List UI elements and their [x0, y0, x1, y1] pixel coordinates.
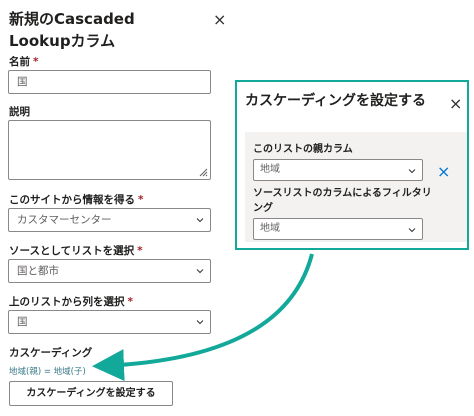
filter-column-value: 地域 — [260, 223, 280, 234]
filter-column-dropdown[interactable]: 地域 — [253, 218, 423, 240]
name-label-text: 名前 — [9, 56, 30, 68]
source-list-dropdown[interactable]: 国と都市 — [8, 259, 211, 283]
cascading-dialog: カスケーディングを設定する × このリストの親カラム 地域 ソースリストのカラム… — [235, 80, 469, 250]
description-textarea[interactable] — [8, 120, 211, 180]
site-label-text: このサイトから情報を得る — [9, 194, 135, 206]
close-icon[interactable]: × — [213, 12, 226, 28]
required-mark: * — [33, 56, 39, 68]
parent-column-dropdown[interactable]: 地域 — [253, 159, 423, 181]
required-mark: * — [127, 296, 134, 308]
required-mark: * — [138, 194, 144, 206]
chevron-down-icon — [408, 228, 416, 233]
cascading-value: 地域(親) = 地域(子) — [9, 367, 86, 377]
panel-title: 新規のCascaded Lookupカラム — [9, 10, 135, 50]
parent-column-label: このリストの親カラム — [253, 144, 353, 155]
source-list-label: ソースとしてリストを選択 * — [9, 243, 143, 258]
set-cascading-button[interactable]: カスケーディングを設定する — [9, 381, 173, 406]
site-dropdown-value: カスタマーセンター — [17, 214, 112, 226]
dialog-close-icon[interactable]: × — [449, 96, 462, 112]
required-mark: * — [137, 245, 143, 257]
remove-rule-icon[interactable]: × — [437, 162, 450, 181]
description-label: 説明 — [9, 106, 30, 118]
site-label: このサイトから情報を得る * — [9, 192, 144, 207]
parent-column-value: 地域 — [260, 164, 280, 175]
name-label: 名前 * — [9, 54, 39, 69]
chevron-down-icon — [408, 169, 416, 174]
site-dropdown[interactable]: カスタマーセンター — [8, 208, 211, 232]
upper-column-label: 上のリストから列を選択 * — [9, 294, 133, 309]
upper-column-dropdown-value: 国 — [17, 316, 28, 328]
chevron-down-icon — [196, 218, 204, 223]
cascading-label: カスケーディング — [9, 347, 93, 359]
chevron-down-icon — [196, 320, 204, 325]
resize-grip-icon[interactable] — [199, 168, 208, 177]
name-input[interactable]: 国 — [8, 70, 211, 94]
chevron-down-icon — [196, 269, 204, 274]
name-input-value: 国 — [17, 76, 28, 88]
cascading-rule: このリストの親カラム 地域 ソースリストのカラムによるフィルタリング 地域 × — [245, 132, 467, 242]
upper-column-dropdown[interactable]: 国 — [8, 310, 211, 334]
filter-label: ソースリストのカラムによるフィルタリング — [253, 188, 432, 214]
source-list-dropdown-value: 国と都市 — [17, 265, 59, 277]
new-column-panel: 新規のCascaded Lookupカラム × 名前 * 国 説明 このサイトから… — [0, 0, 232, 416]
source-list-label-text: ソースとしてリストを選択 — [9, 245, 135, 257]
dialog-title: カスケーディングを設定する — [245, 93, 427, 109]
upper-column-label-text: 上のリストから列を選択 — [9, 296, 125, 308]
